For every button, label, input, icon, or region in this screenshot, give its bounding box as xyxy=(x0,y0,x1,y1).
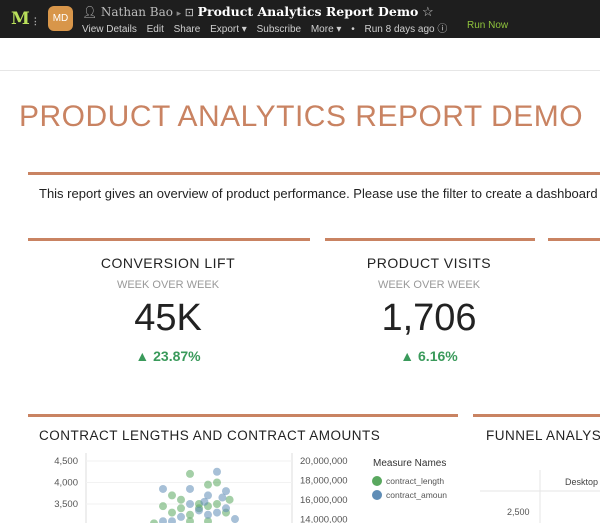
scatter-point-contract_amount[interactable] xyxy=(213,509,221,517)
scatter-point-contract_amount[interactable] xyxy=(222,504,230,512)
kpi-subtitle: WEEK OVER WEEK xyxy=(329,279,529,291)
scatter-point-contract_amount[interactable] xyxy=(204,511,212,519)
breadcrumb: 👤︎ Nathan Bao ▸ ⊡ Product Analytics Repo… xyxy=(82,4,434,20)
divider xyxy=(325,238,535,241)
scatter-chart: 4,500 4,000 3,500 20,000,000 18,000,000 16,00… xyxy=(0,445,460,523)
legend-swatch-green xyxy=(372,476,382,486)
run-now-button[interactable]: Run Now xyxy=(467,20,508,31)
legend-item[interactable]: contract_amoun xyxy=(386,490,447,500)
action-menu: View Details Edit Share Export ▾ Subscri… xyxy=(82,20,454,35)
scatter-point-contract_amount[interactable] xyxy=(186,485,194,493)
divider xyxy=(28,172,600,175)
scatter-point-contract_amount[interactable] xyxy=(195,506,203,514)
kpi-change: ▲ 23.87% xyxy=(68,348,268,364)
divider xyxy=(28,238,310,241)
scatter-point-contract_amount[interactable] xyxy=(168,517,176,523)
kpi-title: PRODUCT VISITS xyxy=(329,255,529,271)
right-tick-label: 18,000,000 xyxy=(300,476,348,487)
scatter-point-contract_amount[interactable] xyxy=(159,517,167,523)
chevron-right-icon: ▸ xyxy=(177,8,182,18)
scatter-point-contract_amount[interactable] xyxy=(177,513,185,521)
scatter-point-contract_length[interactable] xyxy=(226,496,234,504)
scatter-point-contract_amount[interactable] xyxy=(200,498,208,506)
scatter-point-contract_length[interactable] xyxy=(177,496,185,504)
owner-link[interactable]: Nathan Bao xyxy=(101,5,173,19)
separator-dot: • xyxy=(351,24,355,35)
kpi-value: 1,706 xyxy=(329,297,529,340)
legend-item[interactable]: contract_length xyxy=(386,476,444,486)
right-tick-label: 14,000,000 xyxy=(300,515,348,523)
funnel-chart: Desktop 2,500 xyxy=(470,460,600,523)
scatter-point-contract_length[interactable] xyxy=(168,509,176,517)
export-dropdown[interactable]: Export ▾ xyxy=(210,24,247,35)
scatter-point-contract_length[interactable] xyxy=(168,491,176,499)
scatter-point-contract_length[interactable] xyxy=(150,519,158,523)
right-tick-label: 20,000,000 xyxy=(300,456,348,467)
report-title: Product Analytics Report Demo xyxy=(198,4,419,19)
subscribe-link[interactable]: Subscribe xyxy=(257,24,301,35)
kpi-value: 45K xyxy=(68,297,268,340)
edit-link[interactable]: Edit xyxy=(147,24,164,35)
top-bar: M⋮ MD 👤︎ Nathan Bao ▸ ⊡ Product Analytic… xyxy=(0,0,600,38)
share-link[interactable]: Share xyxy=(174,24,201,35)
avatar[interactable]: MD xyxy=(48,6,73,31)
legend-title: Measure Names xyxy=(373,458,446,469)
legend-swatch-blue xyxy=(372,490,382,500)
funnel-title: FUNNEL ANALYSIS xyxy=(486,428,600,443)
left-tick-label: 3,500 xyxy=(54,499,78,510)
divider xyxy=(0,70,600,71)
view-details-link[interactable]: View Details xyxy=(82,24,137,35)
scatter-point-contract_amount[interactable] xyxy=(231,515,239,523)
report-icon: ⊡ xyxy=(185,7,194,19)
scatter-point-contract_length[interactable] xyxy=(186,470,194,478)
divider xyxy=(473,414,600,417)
funnel-tick: 2,500 xyxy=(507,507,530,517)
divider xyxy=(28,414,458,417)
kpi-title: CONVERSION LIFT xyxy=(68,255,268,271)
star-icon[interactable]: ☆ xyxy=(422,4,434,19)
scatter-point-contract_length[interactable] xyxy=(213,500,221,508)
intro-text: This report gives an overview of product… xyxy=(39,186,598,201)
kpi-change: ▲ 6.16% xyxy=(329,348,529,364)
scatter-point-contract_length[interactable] xyxy=(204,481,212,489)
kpi-conversion-lift: CONVERSION LIFT WEEK OVER WEEK 45K ▲ 23.… xyxy=(68,255,268,364)
scatter-point-contract_amount[interactable] xyxy=(159,485,167,493)
funnel-column: Desktop xyxy=(565,477,598,487)
right-tick-label: 16,000,000 xyxy=(300,495,348,506)
scatter-point-contract_amount[interactable] xyxy=(186,500,194,508)
page-title: PRODUCT ANALYTICS REPORT DEMO xyxy=(19,100,583,134)
user-icon: 👤︎ xyxy=(82,5,97,19)
scatter-point-contract_amount[interactable] xyxy=(218,494,226,502)
scatter-point-contract_length[interactable] xyxy=(213,479,221,487)
scatter-point-contract_length[interactable] xyxy=(177,504,185,512)
more-dropdown[interactable]: More ▾ xyxy=(311,24,342,35)
divider xyxy=(548,238,600,241)
chart-title: CONTRACT LENGTHS AND CONTRACT AMOUNTS xyxy=(39,428,380,443)
kpi-product-visits: PRODUCT VISITS WEEK OVER WEEK 1,706 ▲ 6.… xyxy=(329,255,529,364)
scatter-point-contract_length[interactable] xyxy=(186,517,194,523)
left-tick-label: 4,500 xyxy=(54,456,78,467)
left-tick-label: 4,000 xyxy=(54,478,78,489)
run-status: Run 8 days ago ⓘ xyxy=(365,24,448,35)
scatter-point-contract_length[interactable] xyxy=(159,502,167,510)
app-logo[interactable]: M⋮ xyxy=(11,9,40,29)
scatter-point-contract_amount[interactable] xyxy=(213,468,221,476)
kpi-subtitle: WEEK OVER WEEK xyxy=(68,279,268,291)
